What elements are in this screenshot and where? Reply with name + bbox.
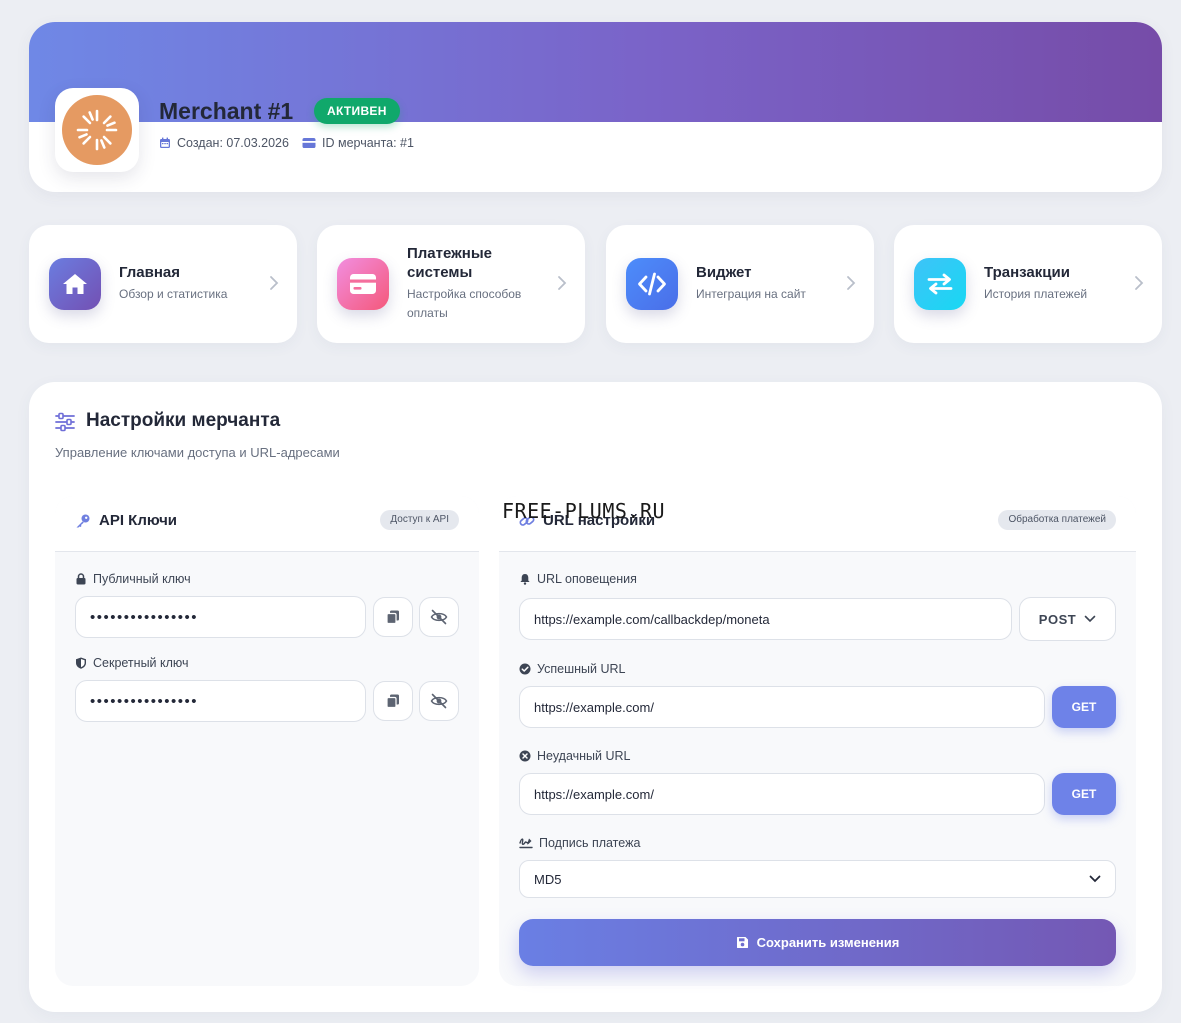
nav-title: Платежные системы — [407, 245, 492, 281]
copy-icon — [386, 610, 399, 625]
calendar-icon — [160, 137, 170, 148]
toggle-secret-key-visibility-button[interactable] — [419, 681, 459, 721]
fail-method-button[interactable]: GET — [1052, 773, 1116, 815]
notify-url-input[interactable]: https://example.com/callbackdep/moneta — [519, 598, 1012, 640]
chevron-down-icon — [1084, 615, 1096, 623]
chevron-right-icon — [270, 276, 279, 290]
created-date: Создан: 07.03.2026 — [159, 136, 289, 150]
sliders-icon — [55, 412, 75, 432]
nav-title: Главная — [119, 264, 181, 281]
success-url-input[interactable]: https://example.com/ — [519, 686, 1045, 728]
nav-subtitle: Интеграция на сайт — [696, 287, 806, 301]
lock-icon — [76, 573, 86, 585]
panel-title: API Ключи — [99, 512, 178, 529]
copy-public-key-button[interactable] — [373, 597, 413, 637]
fail-url-label: Неудачный URL — [519, 749, 631, 763]
exchange-icon — [914, 258, 966, 310]
check-circle-icon — [519, 663, 531, 675]
api-access-badge: Доступ к API — [380, 510, 459, 530]
spinner-logo-icon — [62, 95, 132, 165]
signature-icon — [519, 838, 533, 849]
copy-icon — [386, 694, 399, 709]
nav-card-home[interactable]: Главная Обзор и статистика — [29, 225, 297, 343]
toggle-public-key-visibility-button[interactable] — [419, 597, 459, 637]
eye-slash-icon — [430, 693, 448, 709]
success-url-label: Успешный URL — [519, 662, 625, 676]
chevron-right-icon — [1135, 276, 1144, 290]
nav-subtitle: История платежей — [984, 287, 1088, 301]
panel-header: API Ключи Доступ к API — [55, 496, 479, 552]
save-icon — [736, 937, 748, 948]
merchant-avatar — [55, 88, 139, 172]
notify-url-label: URL оповещения — [519, 572, 637, 586]
notify-method-select[interactable]: POST — [1019, 597, 1116, 641]
secret-key-input[interactable]: •••••••••••••••• — [75, 680, 366, 722]
merchant-header: Merchant #1 АКТИВЕН Создан: 07.03.2026 I… — [29, 22, 1162, 192]
nav-subtitle: Обзор и статистика — [119, 287, 228, 301]
chevron-right-icon — [558, 276, 567, 290]
merchant-title: Merchant #1 — [159, 98, 294, 124]
x-circle-icon — [519, 750, 531, 762]
settings-subtitle: Управление ключами доступа и URL-адресам… — [55, 445, 340, 460]
chevron-down-icon — [1089, 875, 1101, 883]
watermark-text: FREE-PLUMS.RU — [502, 499, 666, 523]
chevron-right-icon — [847, 276, 856, 290]
key-icon — [76, 514, 90, 528]
nav-card-payment-systems[interactable]: Платежные системы Настройка способов опл… — [317, 225, 585, 343]
url-settings-panel: URL настройки Обработка платежей URL опо… — [499, 496, 1136, 986]
code-icon — [626, 258, 678, 310]
success-method-button[interactable]: GET — [1052, 686, 1116, 728]
shield-icon — [76, 657, 86, 669]
card-icon — [337, 258, 389, 310]
nav-title: Виджет — [696, 264, 752, 281]
merchant-settings-card: Настройки мерчанта Управление ключами до… — [29, 382, 1162, 1012]
bell-icon — [520, 574, 530, 585]
eye-slash-icon — [430, 609, 448, 625]
copy-secret-key-button[interactable] — [373, 681, 413, 721]
nav-card-transactions[interactable]: Транзакции История платежей — [894, 225, 1162, 343]
settings-title: Настройки мерчанта — [86, 410, 281, 431]
api-keys-panel: API Ключи Доступ к API Публичный ключ ••… — [55, 496, 479, 986]
id-card-icon — [302, 138, 316, 148]
status-badge: АКТИВЕН — [314, 98, 400, 124]
public-key-input[interactable]: •••••••••••••••• — [75, 596, 366, 638]
save-changes-button[interactable]: Сохранить изменения — [519, 919, 1116, 966]
home-icon — [49, 258, 101, 310]
fail-url-input[interactable]: https://example.com/ — [519, 773, 1045, 815]
signature-label: Подпись платежа — [519, 836, 640, 850]
signature-select[interactable]: MD5 — [519, 860, 1116, 898]
secret-key-label: Секретный ключ — [75, 656, 189, 670]
nav-title: Транзакции — [984, 264, 1070, 281]
merchant-id: ID мерчанта: #1 — [302, 136, 414, 150]
public-key-label: Публичный ключ — [75, 572, 191, 586]
nav-subtitle: Настройка способов оплаты — [407, 287, 522, 320]
payment-processing-badge: Обработка платежей — [998, 510, 1116, 530]
nav-card-widget[interactable]: Виджет Интеграция на сайт — [606, 225, 874, 343]
